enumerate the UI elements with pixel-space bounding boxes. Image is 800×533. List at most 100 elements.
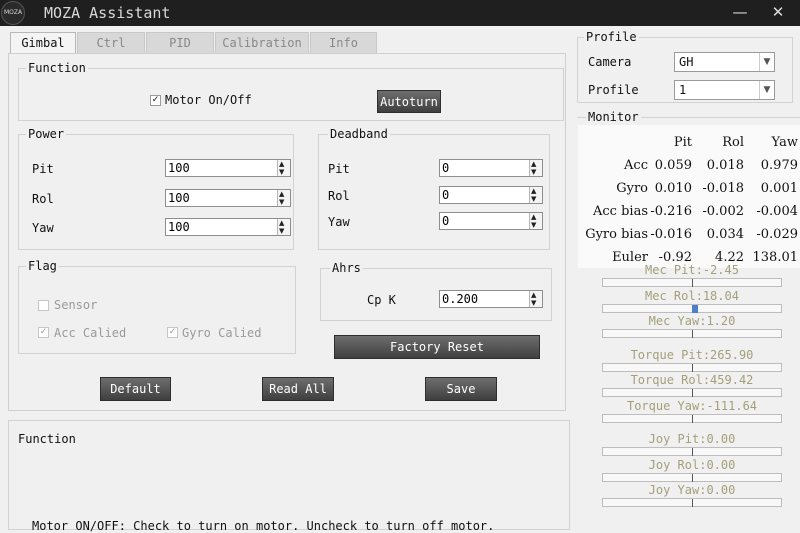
function-legend: Function bbox=[26, 61, 88, 75]
help-text: Motor ON/OFF: Check to turn on motor. Un… bbox=[32, 519, 495, 533]
indicator-bars: Mec Pit:-2.45 Mec Rol:18.04 Mec Yaw:1.20 To… bbox=[602, 263, 792, 525]
deadband-yaw-stepper[interactable]: ▲ ▼ bbox=[529, 213, 542, 229]
minimize-button[interactable]: — bbox=[722, 0, 758, 26]
indicator-bar bbox=[602, 472, 782, 482]
indicator-center-tick bbox=[692, 414, 693, 423]
ahrs-legend: Ahrs bbox=[330, 261, 363, 275]
deadband-pit-stepper[interactable]: ▲ ▼ bbox=[529, 160, 542, 176]
indicator-center-tick bbox=[692, 279, 693, 287]
tab-pid[interactable]: PID bbox=[146, 32, 214, 54]
indicator-center-tick bbox=[692, 389, 693, 397]
chevron-down-icon[interactable]: ▼ bbox=[759, 53, 774, 71]
tab-gimbal[interactable]: Gimbal bbox=[10, 32, 76, 54]
monitor-cell: -0.018 bbox=[702, 181, 744, 196]
power-rol-input[interactable] bbox=[168, 190, 273, 206]
deadband-rol-stepper[interactable]: ▲ ▼ bbox=[529, 187, 542, 203]
monitor-cell: 0.001 bbox=[760, 181, 798, 196]
cpk-input[interactable] bbox=[442, 291, 526, 307]
close-button[interactable]: ✕ bbox=[760, 0, 796, 26]
autoturn-button[interactable]: Autoturn bbox=[377, 90, 441, 113]
indicator-bar bbox=[602, 278, 782, 287]
acc-calied-label: Acc Calied bbox=[54, 326, 127, 340]
deadband-rol-label: Rol bbox=[328, 189, 350, 203]
gyro-calied-label: Gyro Calied bbox=[182, 326, 262, 340]
power-rol-label: Rol bbox=[32, 192, 54, 206]
gyro-calied-checkbox[interactable]: ✓ bbox=[167, 327, 178, 338]
profile-legend: Profile bbox=[584, 30, 639, 44]
monitor-cell: -0.002 bbox=[702, 204, 744, 219]
indicator-label: Joy Pit:0.00 bbox=[648, 432, 736, 446]
profile-value: 1 bbox=[679, 83, 687, 97]
tab-calibration[interactable]: Calibration bbox=[215, 32, 309, 54]
sensor-checkbox[interactable] bbox=[38, 300, 49, 311]
power-yaw-stepper[interactable]: ▲ ▼ bbox=[277, 219, 290, 235]
power-pit-stepper[interactable]: ▲ ▼ bbox=[277, 160, 290, 176]
monitor-row: Gyro bias -0.016 0.034 -0.029 bbox=[578, 223, 798, 246]
help-legend: Function bbox=[16, 432, 78, 446]
indicator-label: Mec Pit:-2.45 bbox=[645, 263, 739, 277]
power-pit-input[interactable] bbox=[168, 160, 273, 176]
camera-value: GH bbox=[679, 55, 694, 69]
deadband-yaw-input[interactable] bbox=[442, 213, 526, 229]
title-bar[interactable]: MOZA MOZA Assistant — ✕ bbox=[0, 0, 800, 26]
monitor-cell: -0.016 bbox=[650, 227, 692, 242]
indicator-label: Joy Yaw:0.00 bbox=[648, 483, 736, 497]
monitor-cell: -0.216 bbox=[650, 204, 692, 219]
camera-label: Camera bbox=[588, 55, 632, 69]
power-pit-spinbox[interactable]: ▲▼ bbox=[165, 159, 291, 177]
indicator-bar bbox=[602, 388, 782, 397]
power-rol-stepper[interactable]: ▲ ▼ bbox=[277, 190, 290, 206]
moza-logo: MOZA bbox=[1, 1, 25, 25]
cpk-spinbox[interactable]: ▲▼ bbox=[439, 290, 543, 308]
cpk-label: Cp K bbox=[367, 293, 396, 307]
power-rol-spinbox[interactable]: ▲▼ bbox=[165, 189, 291, 207]
indicator-thumb bbox=[692, 304, 698, 313]
power-yaw-spinbox[interactable]: ▲▼ bbox=[165, 218, 291, 236]
deadband-yaw-spinbox[interactable]: ▲▼ bbox=[439, 212, 543, 230]
monitor-cell: 0.010 bbox=[654, 181, 692, 196]
monitor-col-rol: Rol bbox=[722, 135, 744, 150]
chevron-down-icon[interactable]: ▼ bbox=[759, 81, 774, 99]
power-pit-label: Pit bbox=[32, 162, 54, 176]
power-yaw-input[interactable] bbox=[168, 219, 273, 235]
monitor-legend: Monitor bbox=[586, 110, 641, 124]
save-button[interactable]: Save bbox=[425, 377, 497, 401]
indicator-bar bbox=[602, 498, 782, 507]
indicator-center-tick bbox=[692, 363, 693, 372]
default-button[interactable]: Default bbox=[100, 377, 171, 401]
indicator-bar bbox=[602, 447, 782, 456]
factory-reset-button[interactable]: Factory Reset bbox=[334, 335, 540, 359]
deadband-rol-input[interactable] bbox=[442, 187, 526, 203]
monitor-row: Acc 0.059 0.018 0.979 bbox=[578, 154, 798, 177]
tab-info[interactable]: Info bbox=[310, 32, 377, 54]
indicator-label: Joy Rol:0.00 bbox=[648, 457, 736, 472]
read-all-button[interactable]: Read All bbox=[262, 377, 334, 401]
monitor-cell: -0.029 bbox=[756, 227, 798, 242]
power-legend: Power bbox=[26, 127, 67, 141]
motor-checkbox[interactable]: ✓ bbox=[150, 95, 161, 106]
monitor-row-label: Acc bbox=[624, 158, 648, 173]
monitor-row: Gyro 0.010 -0.018 0.001 bbox=[578, 177, 798, 200]
monitor-row-label: Gyro bbox=[616, 181, 648, 196]
profile-label: Profile bbox=[588, 83, 639, 97]
indicator-center-tick bbox=[692, 330, 693, 338]
monitor-col-pit: Pit bbox=[673, 135, 692, 150]
indicator-bar bbox=[602, 413, 782, 423]
indicator-label: Torque Yaw:-111.64 bbox=[626, 398, 758, 413]
acc-calied-checkbox[interactable]: ✓ bbox=[38, 327, 49, 338]
indicator-label: Torque Rol:459.42 bbox=[630, 373, 754, 387]
deadband-rol-spinbox[interactable]: ▲▼ bbox=[439, 186, 543, 204]
cpk-stepper[interactable]: ▲ ▼ bbox=[529, 291, 542, 307]
profile-select[interactable]: 1 ▼ bbox=[674, 80, 775, 100]
indicator-bar bbox=[602, 362, 782, 372]
deadband-pit-spinbox[interactable]: ▲▼ bbox=[439, 159, 543, 177]
deadband-pit-input[interactable] bbox=[442, 160, 526, 176]
deadband-pit-label: Pit bbox=[328, 162, 350, 176]
flag-legend: Flag bbox=[26, 259, 59, 273]
monitor-row: Acc bias -0.216 -0.002 -0.004 bbox=[578, 200, 798, 223]
monitor-col-yaw: Yaw bbox=[771, 135, 798, 150]
sensor-label: Sensor bbox=[54, 298, 98, 312]
power-yaw-label: Yaw bbox=[32, 221, 54, 235]
camera-select[interactable]: GH ▼ bbox=[674, 52, 775, 72]
tab-ctrl[interactable]: Ctrl bbox=[77, 32, 145, 54]
